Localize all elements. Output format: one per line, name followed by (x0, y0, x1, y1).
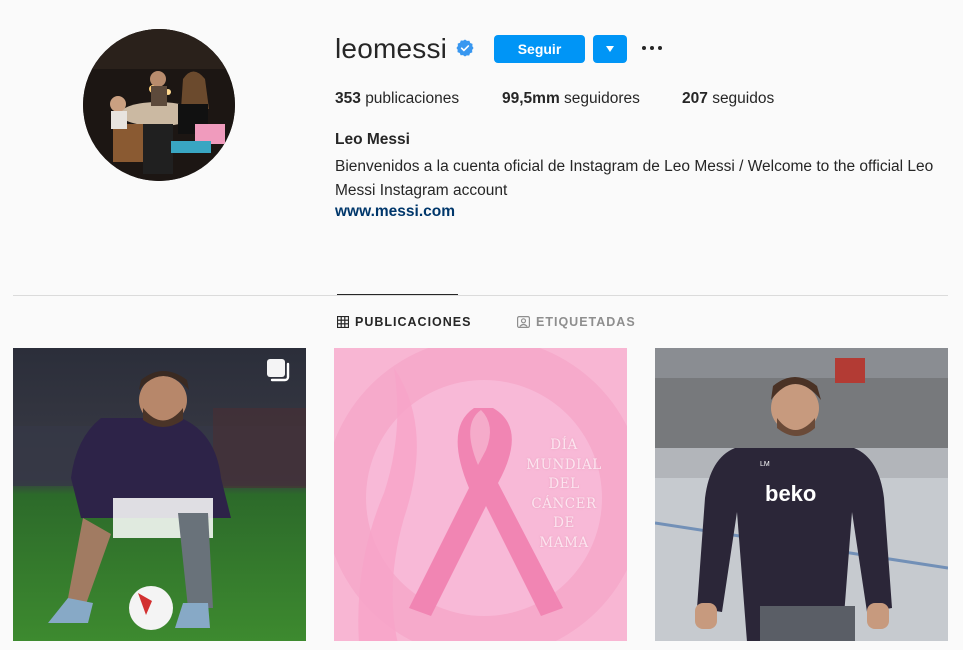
following-stat[interactable]: 207 seguidos (682, 90, 774, 108)
profile-username: leomessi (335, 33, 448, 64)
profile-avatar[interactable] (83, 29, 235, 181)
posts-label: publicaciones (365, 90, 460, 107)
posts-count-stat: 353 publicaciones (335, 90, 459, 108)
graphic-text-line: MUNDIAL (526, 456, 602, 473)
tab-posts-label: PUBLICACIONES (355, 315, 472, 329)
shirt-initials-text: LM (760, 461, 770, 468)
post-graphic-text: DÍA MUNDIAL DEL CÁNCER DE MAMA (514, 436, 614, 553)
profile-bio: Bienvenidos a la cuenta oficial de Insta… (335, 158, 934, 199)
suggestions-dropdown-button[interactable] (593, 35, 627, 63)
following-count: 207 (682, 90, 708, 107)
graphic-text-line: DÍA (550, 437, 578, 453)
graphic-text-line: MAMA (539, 534, 589, 551)
follow-button[interactable]: Seguir (494, 35, 585, 63)
active-tab-indicator (337, 294, 458, 295)
tabs-divider (13, 295, 948, 296)
more-options-icon[interactable] (642, 44, 662, 52)
following-label: seguidos (712, 90, 775, 107)
grid-icon (337, 316, 349, 328)
caret-down-icon (606, 46, 614, 52)
graphic-text-line: DEL (548, 476, 580, 492)
profile-website-link[interactable]: www.messi.com (335, 203, 455, 221)
post-thumbnail-3[interactable]: beko LM (655, 348, 948, 641)
post-thumbnail-1[interactable] (13, 348, 306, 641)
tab-posts[interactable]: PUBLICACIONES (337, 315, 471, 329)
graphic-text-line: CÁNCER (531, 495, 597, 512)
post-thumbnail-2[interactable]: DÍA MUNDIAL DEL CÁNCER DE MAMA (334, 348, 627, 641)
tab-tagged-label: ETIQUETADAS (536, 315, 636, 329)
verified-badge-icon (456, 39, 474, 57)
tab-tagged[interactable]: ETIQUETADAS (517, 315, 636, 329)
profile-full-name: Leo Messi (335, 131, 410, 148)
followers-count: 99,5mm (502, 90, 560, 107)
posts-count: 353 (335, 90, 361, 107)
followers-stat[interactable]: 99,5mm seguidores (502, 90, 640, 108)
tagged-icon (517, 316, 530, 328)
shirt-sponsor-text: beko (765, 481, 816, 506)
graphic-text-line: DE (553, 515, 575, 531)
multiple-photos-icon (267, 359, 290, 382)
followers-label: seguidores (564, 90, 640, 107)
